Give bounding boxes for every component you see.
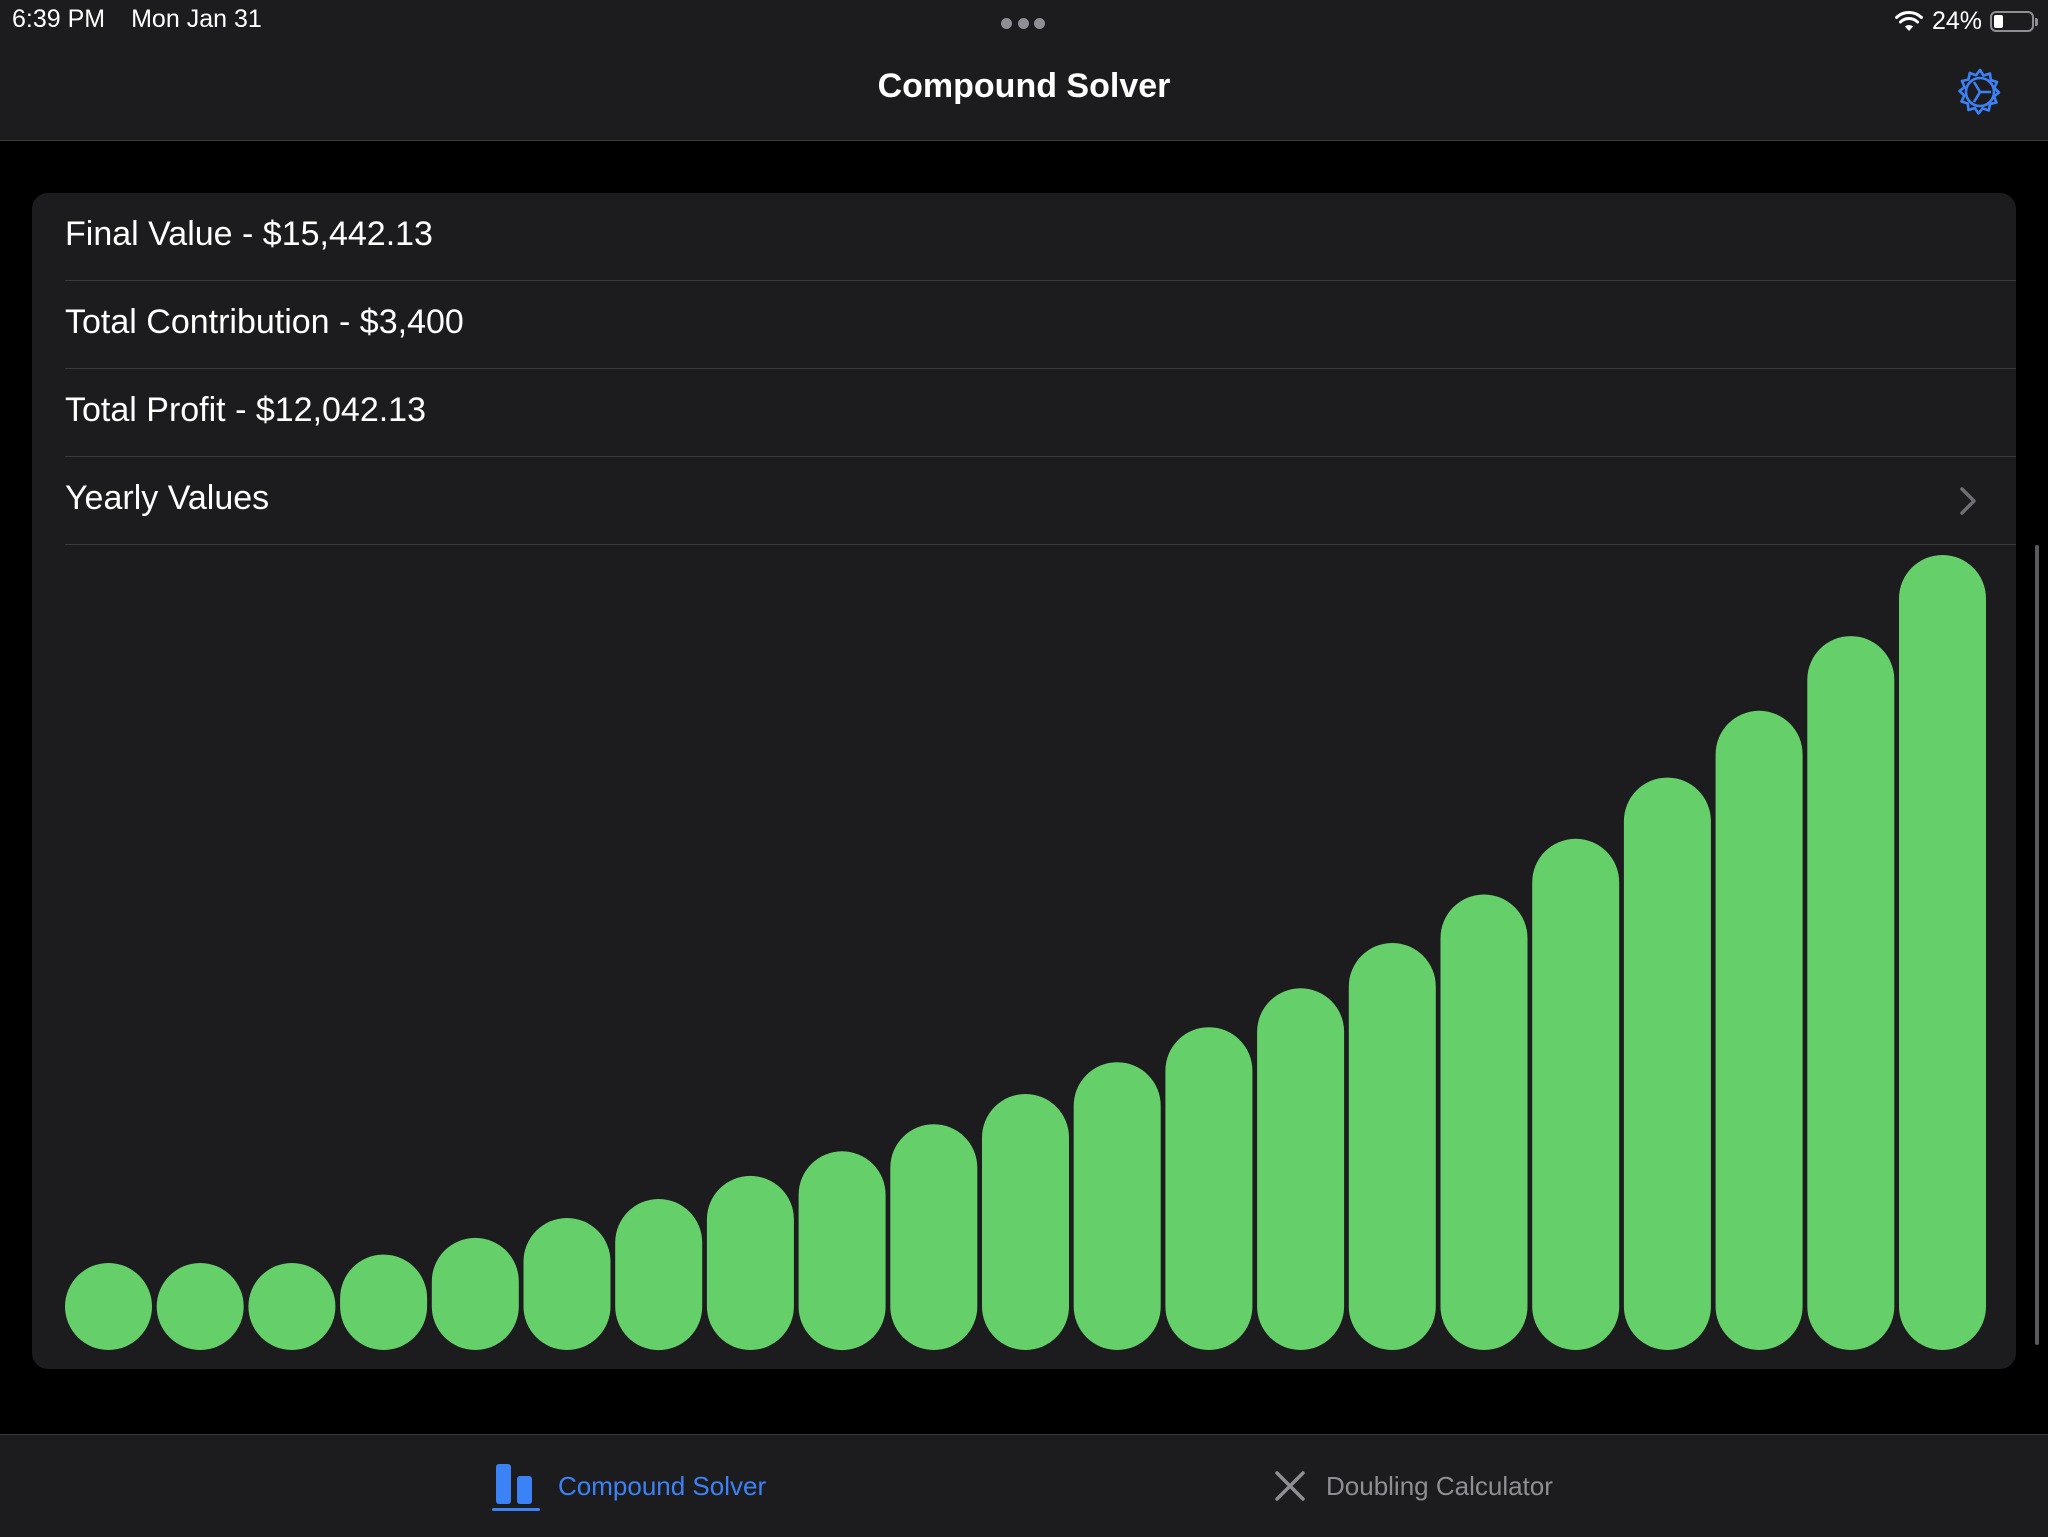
navigation-bar: Compound Solver bbox=[0, 42, 2048, 141]
bar-chart-icon bbox=[492, 1464, 540, 1511]
battery-icon bbox=[1990, 10, 2038, 32]
chart-bar-19 bbox=[1715, 710, 1803, 1350]
tab-bar: Compound Solver Doubling Calculator bbox=[0, 1434, 2048, 1537]
multitasking-dots-icon[interactable] bbox=[1001, 18, 1045, 30]
status-time-date: 6:39 PM Mon Jan 31 bbox=[12, 5, 262, 34]
tab-label: Compound Solver bbox=[558, 1470, 767, 1501]
total-profit: Total Profit - $12,042.13 bbox=[65, 391, 427, 429]
chart-bar-9 bbox=[798, 1151, 886, 1351]
chart-bar-8 bbox=[706, 1175, 794, 1350]
chart-bar-3 bbox=[248, 1263, 336, 1350]
chart-bar-17 bbox=[1532, 838, 1620, 1350]
status-bar: 6:39 PM Mon Jan 31 24% bbox=[0, 0, 2048, 42]
chart-bar-11 bbox=[982, 1094, 1069, 1350]
yearly-values-row[interactable]: Yearly Values bbox=[65, 457, 2016, 545]
scroll-indicator[interactable] bbox=[2035, 545, 2039, 1345]
settings-button[interactable] bbox=[1952, 64, 2008, 120]
final-value-row: Final Value - $15,442.13 bbox=[65, 193, 2016, 281]
chart-bar-14 bbox=[1257, 988, 1345, 1350]
chart-bar-2 bbox=[156, 1263, 244, 1350]
chart-bar-5 bbox=[431, 1237, 519, 1350]
chart-bar-12 bbox=[1073, 1062, 1161, 1350]
summary-card: Final Value - $15,442.13 Total Contribut… bbox=[32, 193, 2016, 1369]
battery-percent: 24% bbox=[1931, 6, 1982, 35]
wifi-icon bbox=[1894, 10, 1923, 31]
total-contribution-row: Total Contribution - $3,400 bbox=[65, 281, 2016, 369]
chart-bar-21 bbox=[1899, 555, 1986, 1350]
yearly-values-label: Yearly Values bbox=[65, 479, 270, 517]
chart-bar-13 bbox=[1165, 1027, 1253, 1350]
total-profit-row: Total Profit - $12,042.13 bbox=[65, 369, 2016, 457]
total-contribution: Total Contribution - $3,400 bbox=[65, 303, 464, 341]
chart-bar-6 bbox=[523, 1218, 611, 1350]
chart-bar-10 bbox=[890, 1124, 978, 1350]
tab-doubling-calculator[interactable]: Doubling Calculator bbox=[1270, 1435, 1553, 1537]
status-indicators: 24% bbox=[1894, 4, 2038, 38]
gear-icon bbox=[1958, 68, 2001, 115]
chart-bar-16 bbox=[1440, 894, 1528, 1350]
tab-label: Doubling Calculator bbox=[1326, 1470, 1553, 1501]
battery-fill bbox=[1994, 14, 2003, 28]
chart-bar-4 bbox=[340, 1254, 428, 1350]
chevron-right-icon bbox=[1960, 487, 1976, 515]
chart-bar-20 bbox=[1807, 636, 1895, 1350]
chart-bar-7 bbox=[615, 1199, 703, 1351]
chart-bar-15 bbox=[1348, 943, 1436, 1350]
status-date: Mon Jan 31 bbox=[131, 5, 262, 33]
close-x-icon bbox=[1275, 1471, 1305, 1501]
page-title: Compound Solver bbox=[877, 67, 1171, 105]
status-time: 6:39 PM bbox=[12, 5, 106, 33]
chart-bar-1 bbox=[65, 1263, 152, 1350]
chart-bar-18 bbox=[1623, 777, 1711, 1350]
yearly-growth-chart bbox=[65, 555, 1986, 1351]
tab-compound-solver[interactable]: Compound Solver bbox=[490, 1435, 766, 1537]
final-value: Final Value - $15,442.13 bbox=[65, 215, 433, 253]
